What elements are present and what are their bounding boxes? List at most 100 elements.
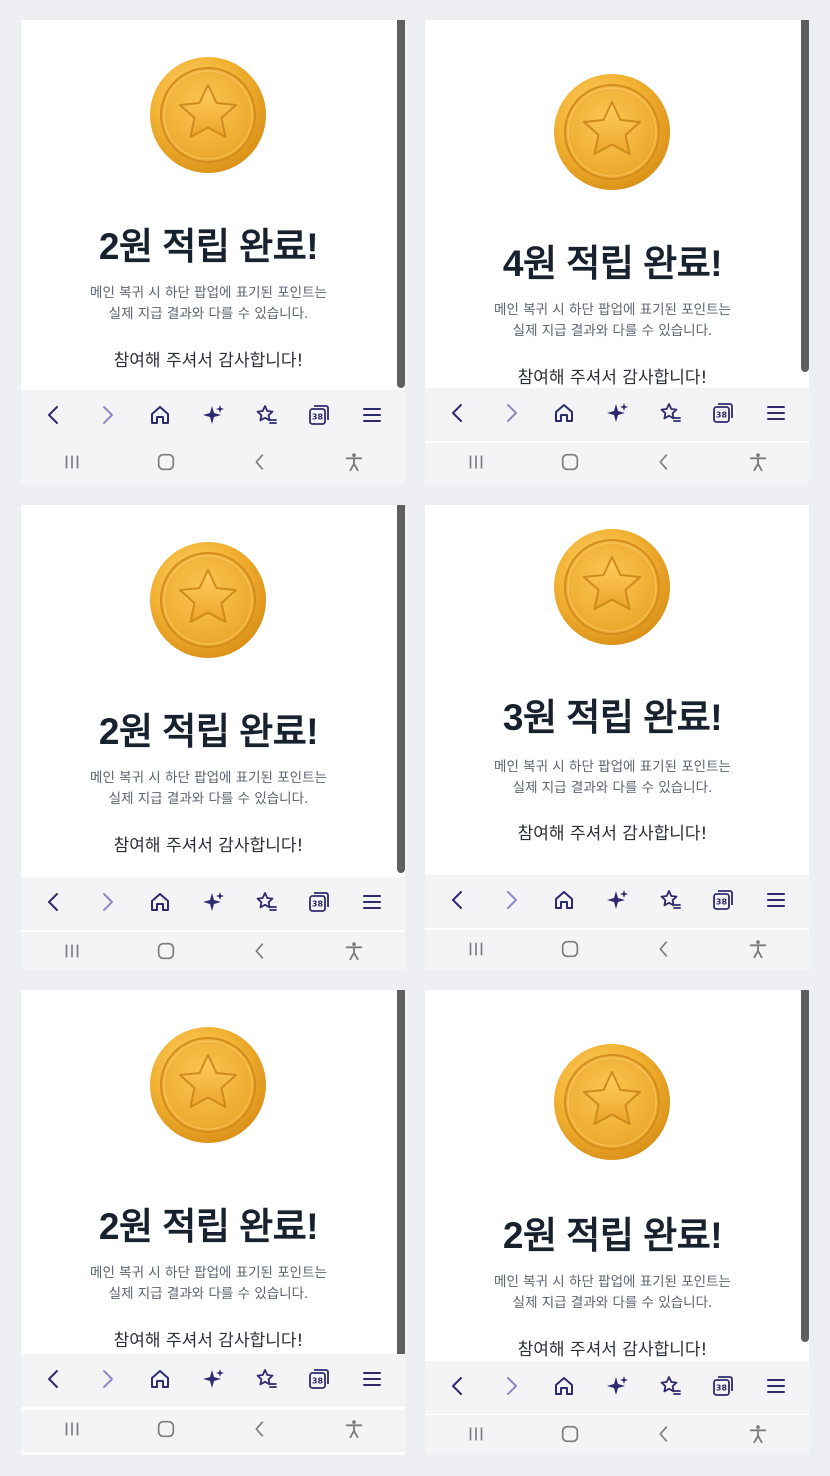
sysnav-recent-apps-button[interactable] <box>453 446 499 482</box>
scrollbar[interactable] <box>397 20 405 388</box>
toolbar-tabs-button[interactable]: 38 <box>299 397 339 437</box>
toolbar-bookmarks-button[interactable] <box>246 1361 286 1401</box>
tab-count-text: 38 <box>312 412 324 421</box>
sysnav-accessibility-button[interactable] <box>331 935 377 970</box>
sysnav-home-circle-button[interactable] <box>547 446 593 482</box>
tab-count-text: 38 <box>716 897 728 906</box>
toolbar-back-button[interactable] <box>34 1361 74 1401</box>
toolbar-bookmarks-button[interactable] <box>650 882 690 922</box>
toolbar-tabs-button[interactable]: 38 <box>703 1368 743 1408</box>
sysnav-home-circle-button[interactable] <box>547 1418 593 1454</box>
toolbar-tabs-button[interactable]: 38 <box>299 884 339 924</box>
toolbar-menu-button[interactable] <box>352 1361 392 1401</box>
gold-star-coin-icon <box>554 1044 670 1160</box>
toolbar-forward-button[interactable] <box>87 884 127 924</box>
sysnav-home-circle-button[interactable] <box>143 1413 189 1449</box>
recent-apps-icon <box>465 451 487 477</box>
toolbar-home-button[interactable] <box>544 395 584 435</box>
sysnav-recent-apps-button[interactable] <box>49 446 95 482</box>
sysnav-system-back-button[interactable] <box>641 933 687 969</box>
thanks-message: 참여해 주셔서 감사합니다! <box>113 836 304 856</box>
toolbar-back-button[interactable] <box>438 395 478 435</box>
toolbar-bookmarks-button[interactable] <box>650 395 690 435</box>
sysnav-recent-apps-button[interactable] <box>453 933 499 969</box>
notice-line: 메인 복귀 시 하단 팝업에 표기된 포인트는 <box>90 770 327 786</box>
toolbar-forward-button[interactable] <box>87 1361 127 1401</box>
reward-screen: 2원 적립 완료! 메인 복귀 시 하단 팝업에 표기된 포인트는 실제 지급 … <box>21 990 405 1455</box>
toolbar-ai-sparkle-button[interactable] <box>597 395 637 435</box>
sysnav-accessibility-button[interactable] <box>735 1418 781 1454</box>
sysnav-recent-apps-button[interactable] <box>49 935 95 970</box>
toolbar-ai-sparkle-button[interactable] <box>193 397 233 437</box>
sysnav-recent-apps-button[interactable] <box>453 1418 499 1454</box>
sysnav-accessibility-button[interactable] <box>331 446 377 482</box>
scrollbar[interactable] <box>397 505 405 873</box>
sysnav-system-back-button[interactable] <box>641 446 687 482</box>
toolbar-ai-sparkle-button[interactable] <box>597 882 637 922</box>
reward-headline: 2원 적립 완료! <box>98 711 319 752</box>
toolbar-back-button[interactable] <box>34 397 74 437</box>
toolbar-forward-button[interactable] <box>491 395 531 435</box>
home-icon <box>148 890 172 918</box>
toolbar-menu-button[interactable] <box>352 884 392 924</box>
toolbar-forward-button[interactable] <box>491 882 531 922</box>
thanks-message: 참여해 주셔서 감사합니다! <box>517 368 708 388</box>
toolbar-forward-button[interactable] <box>87 397 127 437</box>
sysnav-home-circle-button[interactable] <box>547 933 593 969</box>
browser-toolbar: 38 <box>425 388 809 441</box>
sysnav-accessibility-button[interactable] <box>735 933 781 969</box>
toolbar-menu-button[interactable] <box>756 882 796 922</box>
reward-screen: 4원 적립 완료! 메인 복귀 시 하단 팝업에 표기된 포인트는 실제 지급 … <box>425 20 809 485</box>
sysnav-accessibility-button[interactable] <box>735 446 781 482</box>
ai-sparkle-icon <box>605 888 629 916</box>
toolbar-home-button[interactable] <box>140 884 180 924</box>
sysnav-system-back-button[interactable] <box>641 1418 687 1454</box>
notice-text: 메인 복귀 시 하단 팝업에 표기된 포인트는 실제 지급 결과와 다를 수 있… <box>21 768 396 810</box>
ai-sparkle-icon <box>201 1367 225 1395</box>
coin-image <box>148 55 268 175</box>
tab-count-text: 38 <box>716 1383 728 1392</box>
scrollbar[interactable] <box>801 990 809 1342</box>
toolbar-bookmarks-button[interactable] <box>246 884 286 924</box>
toolbar-tabs-button[interactable]: 38 <box>703 395 743 435</box>
sysnav-accessibility-button[interactable] <box>331 1413 377 1449</box>
toolbar-home-button[interactable] <box>140 397 180 437</box>
toolbar-home-button[interactable] <box>544 1368 584 1408</box>
toolbar-back-button[interactable] <box>34 884 74 924</box>
scrollbar[interactable] <box>801 20 809 372</box>
toolbar-tabs-button[interactable]: 38 <box>703 882 743 922</box>
sysnav-system-back-button[interactable] <box>237 935 283 970</box>
page-content: 3원 적립 완료! 메인 복귀 시 하단 팝업에 표기된 포인트는 실제 지급 … <box>425 505 809 875</box>
sysnav-recent-apps-button[interactable] <box>49 1413 95 1449</box>
page-content: 4원 적립 완료! 메인 복귀 시 하단 팝업에 표기된 포인트는 실제 지급 … <box>425 20 809 390</box>
toolbar-bookmarks-button[interactable] <box>650 1368 690 1408</box>
system-back-icon <box>249 451 271 477</box>
sysnav-system-back-button[interactable] <box>237 1413 283 1449</box>
toolbar-back-button[interactable] <box>438 882 478 922</box>
toolbar-menu-button[interactable] <box>756 395 796 435</box>
toolbar-ai-sparkle-button[interactable] <box>193 1361 233 1401</box>
notice-text: 메인 복귀 시 하단 팝업에 표기된 포인트는 실제 지급 결과와 다를 수 있… <box>425 300 800 342</box>
back-icon <box>446 888 470 916</box>
toolbar-forward-button[interactable] <box>491 1368 531 1408</box>
toolbar-menu-button[interactable] <box>352 397 392 437</box>
sysnav-home-circle-button[interactable] <box>143 446 189 482</box>
sysnav-system-back-button[interactable] <box>237 446 283 482</box>
toolbar-back-button[interactable] <box>438 1368 478 1408</box>
toolbar-ai-sparkle-button[interactable] <box>597 1368 637 1408</box>
system-back-icon <box>249 940 271 966</box>
toolbar-home-button[interactable] <box>544 882 584 922</box>
scrollbar[interactable] <box>397 990 405 1358</box>
toolbar-ai-sparkle-button[interactable] <box>193 884 233 924</box>
toolbar-home-button[interactable] <box>140 1361 180 1401</box>
toolbar-tabs-button[interactable]: 38 <box>299 1361 339 1401</box>
home-circle-icon <box>559 938 581 964</box>
back-icon <box>42 403 66 431</box>
toolbar-menu-button[interactable] <box>756 1368 796 1408</box>
sysnav-home-circle-button[interactable] <box>143 935 189 970</box>
toolbar-bookmarks-button[interactable] <box>246 397 286 437</box>
coin-image <box>148 1025 268 1145</box>
bookmarks-icon <box>254 890 278 918</box>
home-circle-icon <box>559 451 581 477</box>
browser-toolbar: 38 <box>21 1354 405 1407</box>
